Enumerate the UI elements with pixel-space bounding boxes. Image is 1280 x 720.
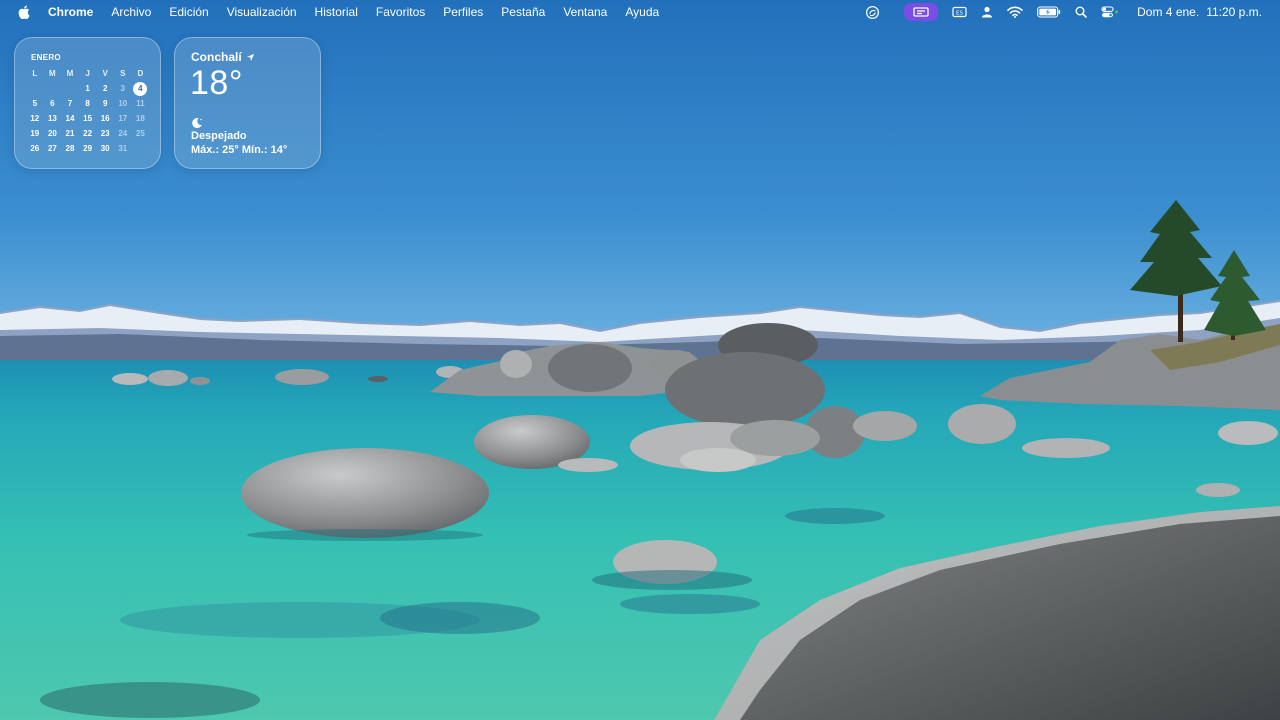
battery-icon[interactable] — [1037, 0, 1061, 24]
calendar-day: 1 — [85, 84, 90, 93]
calendar-day: 11 — [136, 99, 145, 108]
location-arrow-icon — [246, 53, 254, 61]
calendar-day: 23 — [100, 129, 110, 138]
calendar-day: 13 — [47, 114, 57, 123]
control-center-icon[interactable] — [1101, 0, 1119, 24]
screen-share-pill[interactable] — [904, 3, 939, 21]
weather-range: Máx.: 25° Mín.: 14° — [191, 144, 288, 156]
weather-condition: Despejado — [191, 130, 247, 142]
calendar-day: 26 — [30, 144, 40, 153]
desktop: Chrome Archivo Edición Visualización His… — [0, 0, 1280, 720]
weather-location-label: Conchalí — [191, 50, 242, 64]
calendar-day: 7 — [67, 99, 73, 108]
svg-text:ES: ES — [956, 11, 963, 17]
calendar-day: 16 — [100, 114, 110, 123]
weekday-header: L — [32, 69, 38, 78]
status-area: ES Dom 4 ene. 11:20 p.m. — [851, 0, 1280, 24]
calendar-day: 15 — [83, 114, 93, 123]
apple-icon[interactable] — [18, 5, 32, 19]
search-icon[interactable] — [1075, 0, 1087, 24]
menu-perfiles[interactable]: Perfiles — [443, 5, 483, 19]
calendar-day — [132, 141, 150, 156]
calendar-day: 3 — [120, 84, 125, 93]
weekday-header: J — [85, 69, 90, 78]
calendar-day: 14 — [65, 114, 75, 123]
calendar-day: 31 — [118, 144, 128, 153]
calendar-day: 20 — [47, 129, 57, 138]
menu-archivo[interactable]: Archivo — [111, 5, 151, 19]
calendar-month: ENERO — [31, 53, 61, 62]
weather-widget[interactable]: Conchalí 18° Despejado Máx.: 25° Mín.: 1… — [174, 37, 321, 169]
calendar-day: 22 — [83, 129, 93, 138]
menu-app-name[interactable]: Chrome — [48, 5, 93, 19]
menu-clock[interactable]: Dom 4 ene. 11:20 p.m. — [1137, 5, 1262, 19]
menu-ayuda[interactable]: Ayuda — [625, 5, 659, 19]
calendar-day: 19 — [30, 129, 40, 138]
menu-date: Dom 4 ene. — [1137, 5, 1200, 19]
screen-share-icon[interactable] — [894, 0, 939, 24]
calendar-day: 12 — [30, 114, 40, 123]
calendar-day: 29 — [83, 144, 93, 153]
menu-time: 11:20 p.m. — [1206, 5, 1262, 19]
weekday-header: V — [102, 69, 108, 78]
calendar-day — [44, 81, 62, 96]
chatgpt-icon[interactable] — [865, 0, 880, 24]
calendar-day: 27 — [47, 144, 57, 153]
weekday-header: S — [120, 69, 126, 78]
calendar-day — [26, 81, 44, 96]
calendar-day: 10 — [118, 99, 128, 108]
calendar-widget[interactable]: ENERO L M M J V S D 1 2 3 4 5 6 7 8 9 10… — [14, 37, 161, 169]
wifi-icon[interactable] — [1007, 0, 1023, 24]
calendar-day: 17 — [118, 114, 128, 123]
menu-visualizacion[interactable]: Visualización — [227, 5, 297, 19]
calendar-day: 5 — [32, 99, 38, 108]
menu-ventana[interactable]: Ventana — [563, 5, 607, 19]
calendar-day: 9 — [102, 99, 108, 108]
input-menu-icon[interactable]: ES — [952, 0, 967, 24]
weekday-header: M — [49, 69, 56, 78]
calendar-day: 21 — [65, 129, 75, 138]
calendar-day: 2 — [102, 84, 108, 93]
weather-temperature: 18° — [190, 64, 243, 102]
calendar-day: 8 — [85, 99, 90, 108]
menu-pestana[interactable]: Pestaña — [501, 5, 545, 19]
calendar-day — [61, 81, 79, 96]
weather-location: Conchalí — [191, 50, 255, 64]
weekday-header: D — [137, 69, 144, 78]
calendar-day: 30 — [100, 144, 110, 153]
weekday-header: M — [66, 69, 74, 78]
menu-edicion[interactable]: Edición — [169, 5, 208, 19]
calendar-day: 18 — [135, 114, 145, 123]
calendar-day: 24 — [118, 129, 128, 138]
menu-historial[interactable]: Historial — [315, 5, 358, 19]
calendar-grid: L M M J V S D 1 2 3 4 5 6 7 8 9 10 11 12… — [26, 66, 149, 156]
calendar-day: 25 — [135, 129, 145, 138]
user-icon[interactable] — [981, 0, 993, 24]
menu-favoritos[interactable]: Favoritos — [376, 5, 425, 19]
calendar-day: 28 — [65, 144, 75, 153]
calendar-today: 4 — [133, 81, 148, 96]
calendar-day: 6 — [50, 99, 55, 108]
menu-bar: Chrome Archivo Edición Visualización His… — [0, 0, 1280, 24]
